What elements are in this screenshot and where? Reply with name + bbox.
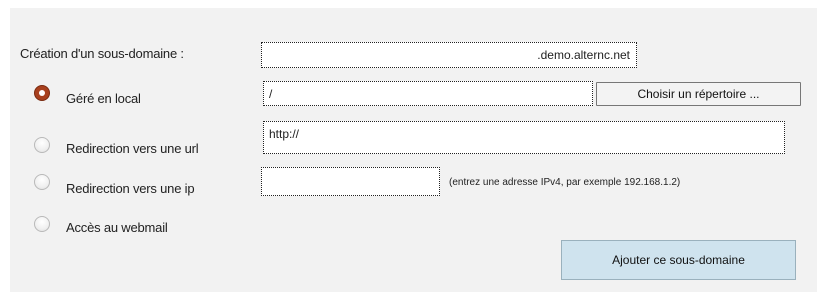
choose-directory-button[interactable]: Choisir un répertoire ...: [596, 82, 801, 106]
subdomain-label: Création d'un sous-domaine :: [20, 46, 184, 61]
radio-url-redirect[interactable]: [34, 137, 50, 153]
local-path-input[interactable]: /: [263, 81, 593, 106]
radio-local[interactable]: [34, 85, 50, 101]
redirect-url-input[interactable]: http://: [263, 121, 785, 154]
radio-ip-redirect-label: Redirection vers une ip: [66, 181, 195, 196]
redirect-ip-input[interactable]: [261, 167, 440, 196]
radio-webmail[interactable]: [34, 216, 50, 232]
local-path-value: /: [269, 87, 273, 101]
subdomain-input[interactable]: .demo.alternc.net: [261, 42, 637, 68]
ip-format-hint: (entrez une adresse IPv4, par exemple 19…: [449, 177, 681, 188]
radio-ip-redirect[interactable]: [34, 174, 50, 190]
radio-url-redirect-label: Redirection vers une url: [66, 141, 199, 156]
radio-local-label: Géré en local: [66, 91, 141, 106]
radio-webmail-label: Accès au webmail: [66, 220, 168, 235]
add-subdomain-button[interactable]: Ajouter ce sous-domaine: [561, 240, 796, 280]
subdomain-suffix: .demo.alternc.net: [537, 48, 630, 62]
redirect-url-value: http://: [269, 127, 300, 141]
